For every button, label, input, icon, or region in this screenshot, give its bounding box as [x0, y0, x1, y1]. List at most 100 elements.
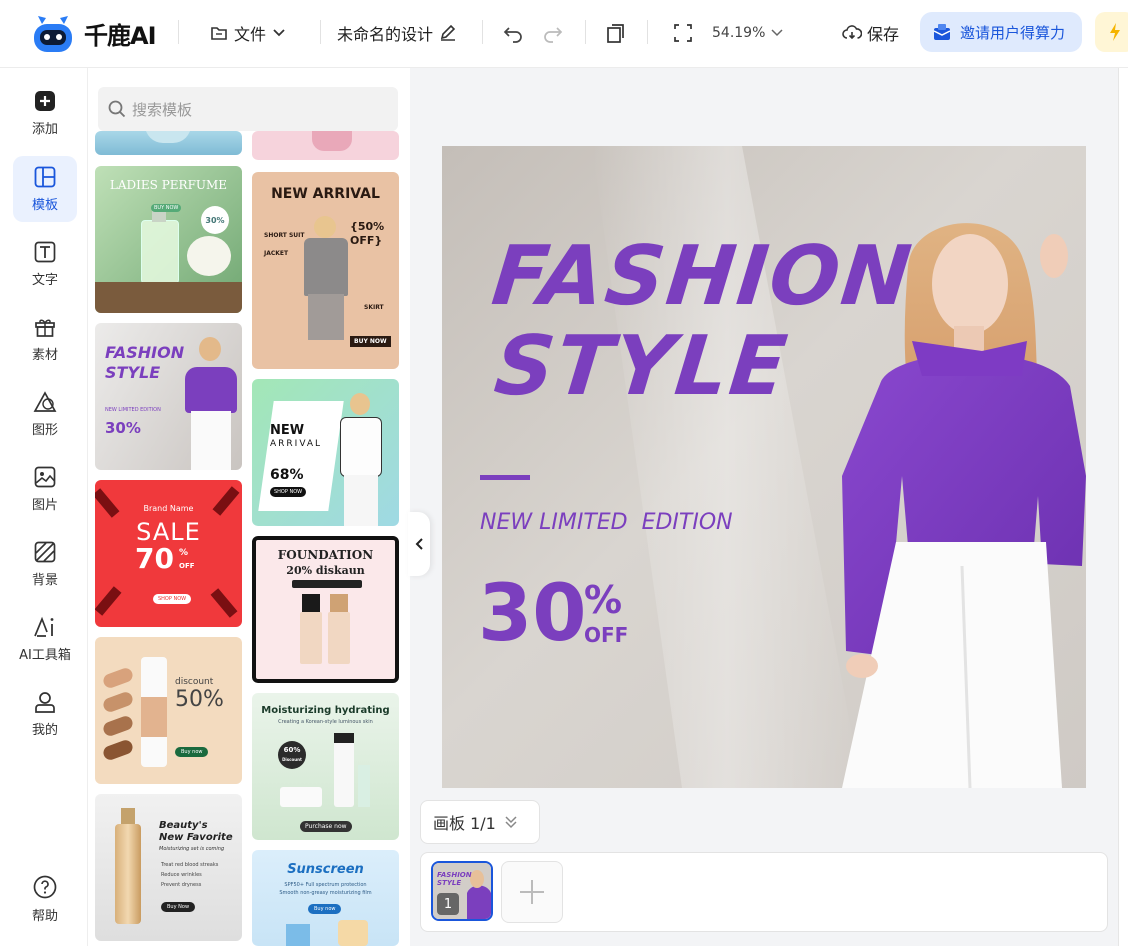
file-menu-label: 文件: [234, 25, 267, 44]
offer-text: 70: [135, 542, 174, 575]
upgrade-button[interactable]: [1095, 12, 1128, 52]
discount-badge-label: Discount: [282, 757, 302, 762]
template-title: New Favorite: [159, 832, 233, 843]
template-card[interactable]: [252, 131, 399, 160]
sidebar-item-mine[interactable]: 我的: [13, 681, 77, 747]
template-layout-icon: [34, 166, 56, 187]
canvas-accent-line[interactable]: [480, 475, 530, 480]
sidebar-item-ai-tools[interactable]: AI工具箱: [13, 606, 77, 672]
template-title: LADIES PERFUME: [109, 178, 228, 192]
divider: [647, 20, 648, 44]
buy-now-button: BUY NOW: [350, 336, 391, 347]
page-thumb-title: FASHION: [437, 871, 472, 879]
sidebar-item-images[interactable]: 图片: [13, 456, 77, 522]
sidebar-item-text[interactable]: 文字: [13, 231, 77, 297]
page-thumbnail[interactable]: FASHION STYLE 1: [431, 861, 493, 921]
add-page-button[interactable]: [501, 861, 563, 923]
shapes-icon: [33, 390, 57, 412]
template-card[interactable]: NEW ARRIVAL 68% SHOP NOW: [252, 379, 399, 526]
discount-badge: 30%: [201, 206, 229, 234]
canvas-discount-off[interactable]: OFF: [584, 624, 628, 646]
double-chevron-down-icon: [505, 816, 517, 829]
file-menu-button[interactable]: 文件: [210, 20, 286, 46]
design-name: 未命名的设计: [337, 25, 434, 44]
template-title: FASHION: [105, 343, 185, 362]
template-subtitle: Moisturizing set is coming: [159, 846, 225, 852]
template-card[interactable]: Beauty's New Favorite Moisturizing set i…: [95, 794, 242, 941]
template-title: Sunscreen: [287, 862, 364, 877]
redo-icon[interactable]: [543, 20, 563, 46]
sidebar-item-help[interactable]: 帮助: [13, 866, 77, 932]
page-strip: FASHION STYLE 1: [420, 852, 1108, 932]
canvas-discount-value[interactable]: 30: [478, 574, 587, 654]
sidebar-item-add[interactable]: 添加: [13, 80, 77, 146]
folder-icon: [211, 27, 227, 40]
template-card[interactable]: FASHION STYLE NEW LIMITED EDITION 30%: [95, 323, 242, 470]
collapse-panel-button[interactable]: [408, 512, 430, 576]
save-button[interactable]: 保存: [842, 20, 899, 46]
template-title: FOUNDATION: [277, 548, 374, 562]
template-card[interactable]: FOUNDATION 20% diskaun: [252, 536, 399, 683]
sidebar-item-label: 图片: [31, 497, 58, 513]
zoom-select[interactable]: 54.19%: [712, 20, 783, 46]
discount-label: discount: [175, 677, 214, 687]
resize-icon[interactable]: [606, 20, 626, 46]
undo-icon[interactable]: [503, 20, 523, 46]
help-label: 帮助: [31, 908, 58, 924]
search-placeholder: 搜索模板: [132, 100, 193, 119]
template-card[interactable]: [95, 131, 242, 155]
template-card[interactable]: Brand Name SALE 70 % OFF SHOP NOW: [95, 480, 242, 627]
design-canvas[interactable]: FASHION STYLE NEW LIMITED EDITION 30 % O…: [442, 146, 1086, 788]
template-card[interactable]: LADIES PERFUME 30% BUY NOW: [95, 166, 242, 313]
tag: JACKET: [264, 250, 289, 257]
template-title: STYLE: [105, 363, 161, 382]
canvas-title-line1[interactable]: FASHION: [488, 229, 917, 324]
template-subtitle: NEW LIMITED EDITION: [105, 407, 161, 413]
template-card[interactable]: Sunscreen SPF50+ Full spectrum protectio…: [252, 850, 399, 946]
bullet-item: Treat red blood streaks: [161, 862, 219, 868]
shop-now-button: SHOP NOW: [153, 594, 192, 604]
template-card[interactable]: discount 50% Buy now: [95, 637, 242, 784]
sidebar-item-label: 我的: [31, 722, 58, 738]
template-subtitle: Creating a Korean-style luminous skin: [278, 719, 373, 725]
fit-screen-icon[interactable]: [673, 20, 693, 46]
buy-now-button: BUY NOW: [151, 204, 182, 212]
canvas-subtitle[interactable]: NEW LIMITED EDITION: [480, 510, 733, 535]
sidebar-item-assets[interactable]: 素材: [13, 306, 77, 372]
template-card[interactable]: Moisturizing hydrating Creating a Korean…: [252, 693, 399, 840]
template-title: NEW: [270, 423, 305, 438]
bullet-item: Prevent dryness: [161, 882, 202, 888]
chevron-down-icon: [273, 29, 285, 37]
offer-text: 68%: [270, 467, 304, 483]
sidebar-item-label: 图形: [31, 422, 58, 438]
template-search-input[interactable]: 搜索模板: [98, 87, 398, 131]
tag: SHORT SUIT: [264, 232, 305, 239]
artboard-selector[interactable]: 画板 1/1: [420, 800, 540, 844]
canvas-title-line2[interactable]: STYLE: [490, 319, 908, 414]
canvas-discount-pct[interactable]: %: [584, 580, 622, 620]
help-icon: [33, 875, 57, 898]
top-toolbar: 千鹿AI 文件 未命名的设计 54.19% 保存 邀请用户得算力: [0, 0, 1128, 68]
lightning-icon: [1110, 23, 1120, 41]
background-icon: [34, 541, 56, 562]
discount-badge: 60%: [283, 746, 301, 754]
invite-label: 邀请用户得算力: [960, 23, 1066, 42]
bullet-item: Reduce wrinkles: [161, 872, 202, 878]
sidebar-item-label: 模板: [31, 197, 58, 213]
chevron-left-icon: [415, 538, 423, 550]
invite-button[interactable]: 邀请用户得算力: [920, 12, 1082, 52]
sidebar-item-shapes[interactable]: 图形: [13, 381, 77, 447]
offer-text: {50% OFF}: [350, 220, 385, 247]
ai-tools-icon: [34, 616, 54, 637]
divider: [585, 20, 586, 44]
chevron-down-icon: [771, 29, 783, 37]
offer-text: 30%: [105, 419, 141, 437]
search-icon: [108, 100, 126, 118]
shop-now-button: SHOP NOW: [270, 487, 307, 497]
sidebar-item-background[interactable]: 背景: [13, 531, 77, 597]
design-name-field[interactable]: 未命名的设计: [337, 20, 457, 46]
gift-box-icon: [933, 24, 951, 40]
user-icon: [35, 691, 55, 713]
template-card[interactable]: NEW ARRIVAL {50% OFF} SHORT SUIT JACKET …: [252, 172, 399, 369]
sidebar-item-templates[interactable]: 模板: [13, 156, 77, 222]
